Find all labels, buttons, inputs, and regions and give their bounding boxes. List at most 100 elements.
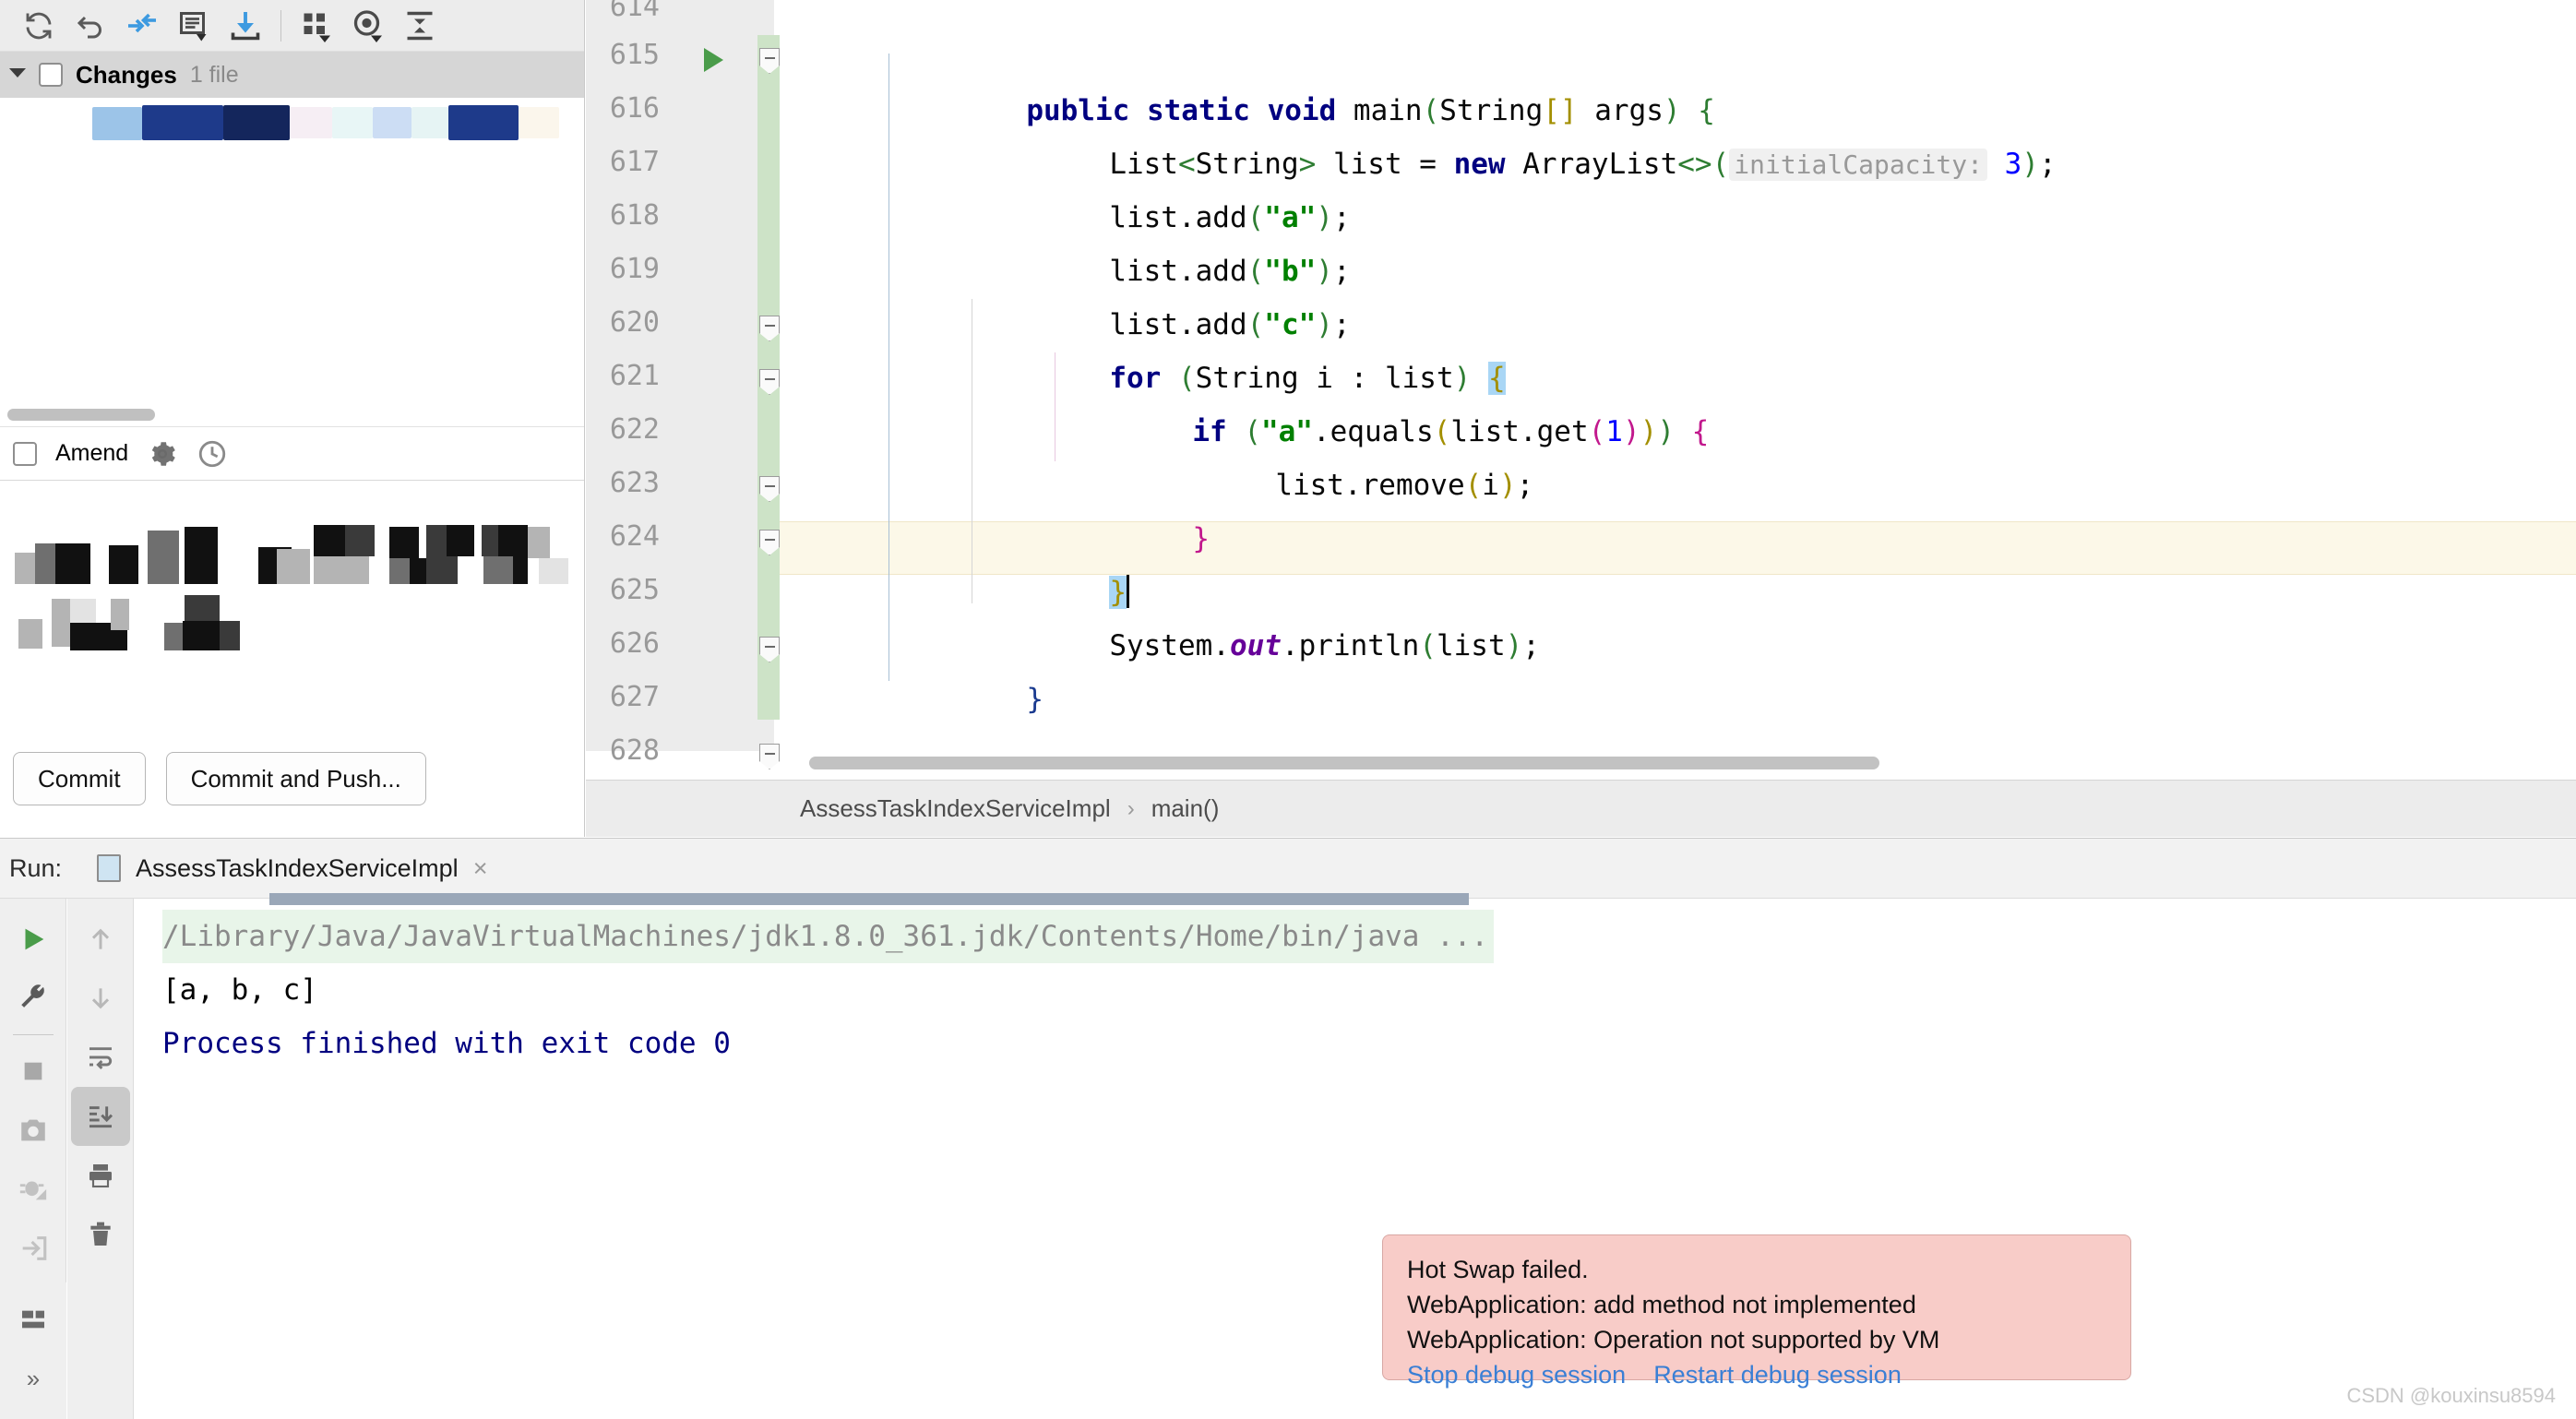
breadcrumb-method[interactable]: main() xyxy=(1151,794,1220,823)
code-line-624: } xyxy=(972,512,1129,566)
watermark: CSDN @kouxinsu8594 xyxy=(2346,1384,2556,1408)
fold-marker[interactable] xyxy=(759,744,780,769)
run-console-output[interactable]: /Library/Java/JavaVirtualMachines/jdk1.8… xyxy=(135,899,2576,1419)
redacted-text xyxy=(345,525,375,556)
editor-gutter[interactable]: 614 615 616 617 618 619 620 621 622 623 … xyxy=(586,0,774,751)
redacted-block xyxy=(290,107,332,138)
changes-header[interactable]: Changes 1 file xyxy=(0,52,584,98)
rerun-icon[interactable] xyxy=(4,910,63,969)
run-tabbar: Run: AssessTaskIndexServiceImpl × xyxy=(0,839,2576,899)
stop-icon[interactable] xyxy=(4,1042,63,1101)
editor-horizontal-scrollbar[interactable] xyxy=(809,755,2562,771)
hotswap-actions: Stop debug session Restart debug session xyxy=(1407,1361,2108,1389)
restart-debug-session-link[interactable]: Restart debug session xyxy=(1653,1361,1902,1389)
window-layout-icon[interactable] xyxy=(4,1290,63,1349)
shelve-icon[interactable] xyxy=(116,4,168,48)
redacted-text xyxy=(185,527,218,584)
run-console-toolbar xyxy=(67,899,134,1419)
commit-toolbar xyxy=(0,0,584,52)
redacted-text xyxy=(277,549,310,584)
run-label: Run: xyxy=(9,854,62,883)
commit-tool-window: Changes 1 file Amend xyxy=(0,0,585,837)
run-method-icon[interactable] xyxy=(704,48,723,72)
redacted-block xyxy=(411,107,448,138)
line-number: 628 xyxy=(586,734,660,767)
redacted-text xyxy=(111,599,129,630)
gear-icon[interactable] xyxy=(147,438,178,470)
stop-debug-session-link[interactable]: Stop debug session xyxy=(1407,1361,1626,1389)
toolbar-separator xyxy=(280,10,281,42)
arrow-up-icon[interactable] xyxy=(71,910,130,969)
changes-title: Changes xyxy=(76,61,177,89)
line-number: 622 xyxy=(586,413,660,446)
close-icon[interactable]: × xyxy=(473,854,488,883)
run-tool-window: Run: AssessTaskIndexServiceImpl × xyxy=(0,838,2576,1419)
code-line-618: list.add("b"); xyxy=(972,191,1351,244)
export-icon[interactable] xyxy=(4,1219,63,1278)
run-tab-name: AssessTaskIndexServiceImpl xyxy=(136,854,459,883)
changes-checkbox[interactable] xyxy=(39,63,63,87)
redacted-text xyxy=(539,558,568,584)
preview-diff-icon[interactable] xyxy=(342,4,394,48)
commit-message-icon[interactable] xyxy=(168,4,220,48)
redacted-text xyxy=(447,525,474,556)
inlay-hint-initial-capacity: initialCapacity: xyxy=(1729,149,1987,181)
amend-checkbox[interactable] xyxy=(13,442,37,466)
expand-stripe-icon[interactable]: » xyxy=(4,1349,63,1408)
expand-collapse-icon[interactable] xyxy=(394,4,446,48)
line-number: 621 xyxy=(586,360,660,392)
code-line-625: System.out.println(list); xyxy=(972,566,1540,619)
run-tab[interactable]: AssessTaskIndexServiceImpl × xyxy=(91,839,493,898)
redacted-text xyxy=(389,527,419,558)
code-line-623: } xyxy=(1055,459,1210,512)
breadcrumb: AssessTaskIndexServiceImpl › main() xyxy=(586,780,2576,837)
redacted-text xyxy=(148,531,179,584)
refresh-icon[interactable] xyxy=(13,4,65,48)
line-number: 620 xyxy=(586,306,660,339)
code-text-area[interactable]: public static void main(String[] args) {… xyxy=(780,0,2576,751)
line-number: 618 xyxy=(586,199,660,232)
update-project-icon[interactable] xyxy=(220,4,271,48)
commit-and-push-button[interactable]: Commit and Push... xyxy=(166,752,426,805)
commit-button[interactable]: Commit xyxy=(13,752,146,805)
rollback-icon[interactable] xyxy=(65,4,116,48)
redacted-block xyxy=(332,107,373,138)
group-by-icon[interactable] xyxy=(291,4,342,48)
changes-list-scrollbar[interactable] xyxy=(7,409,155,421)
bottom-left-stripe: » xyxy=(0,1282,66,1419)
hotswap-line-2: WebApplication: add method not implement… xyxy=(1407,1287,2108,1322)
console-line-finished: Process finished with exit code 0 xyxy=(162,1017,2576,1070)
redacted-block xyxy=(142,105,223,140)
wrench-settings-icon[interactable] xyxy=(4,969,63,1028)
chevron-down-icon[interactable] xyxy=(9,68,26,78)
breadcrumb-separator: › xyxy=(1127,796,1135,822)
hotswap-line-1: Hot Swap failed. xyxy=(1407,1252,2108,1287)
redacted-block xyxy=(92,107,142,140)
code-line-617: list.add("a"); xyxy=(972,137,1351,191)
console-line-output: [a, b, c] xyxy=(162,963,2576,1017)
line-number: 626 xyxy=(586,627,660,660)
breadcrumb-class[interactable]: AssessTaskIndexServiceImpl xyxy=(800,794,1111,823)
scroll-to-end-icon[interactable] xyxy=(71,1087,130,1146)
arrow-down-icon[interactable] xyxy=(71,969,130,1028)
line-number: 614 xyxy=(586,0,660,23)
code-editor: » 614 615 616 617 618 619 620 621 622 62… xyxy=(586,0,2576,837)
trash-icon[interactable] xyxy=(71,1205,130,1264)
console-top-scrollbar[interactable] xyxy=(269,893,1469,905)
print-icon[interactable] xyxy=(71,1146,130,1205)
commit-message-field[interactable]: Commit Commit and Push... xyxy=(0,480,584,830)
clock-icon[interactable] xyxy=(197,438,228,470)
changes-count: 1 file xyxy=(190,62,239,89)
line-number: 616 xyxy=(586,92,660,125)
console-command-text: /Library/Java/JavaVirtualMachines/jdk1.8… xyxy=(162,910,1494,963)
code-line-619: list.add("c"); xyxy=(972,244,1351,298)
amend-row: Amend xyxy=(0,426,584,480)
soft-wrap-icon[interactable] xyxy=(71,1028,130,1087)
hotswap-notification: Hot Swap failed. WebApplication: add met… xyxy=(1382,1234,2131,1380)
debug-detach-icon[interactable] xyxy=(4,1160,63,1219)
redacted-text xyxy=(528,527,550,558)
changes-list[interactable] xyxy=(0,98,584,426)
camera-snapshot-icon[interactable] xyxy=(4,1101,63,1160)
redacted-text xyxy=(55,543,90,584)
editor-scrollbar-thumb[interactable] xyxy=(809,757,1879,769)
